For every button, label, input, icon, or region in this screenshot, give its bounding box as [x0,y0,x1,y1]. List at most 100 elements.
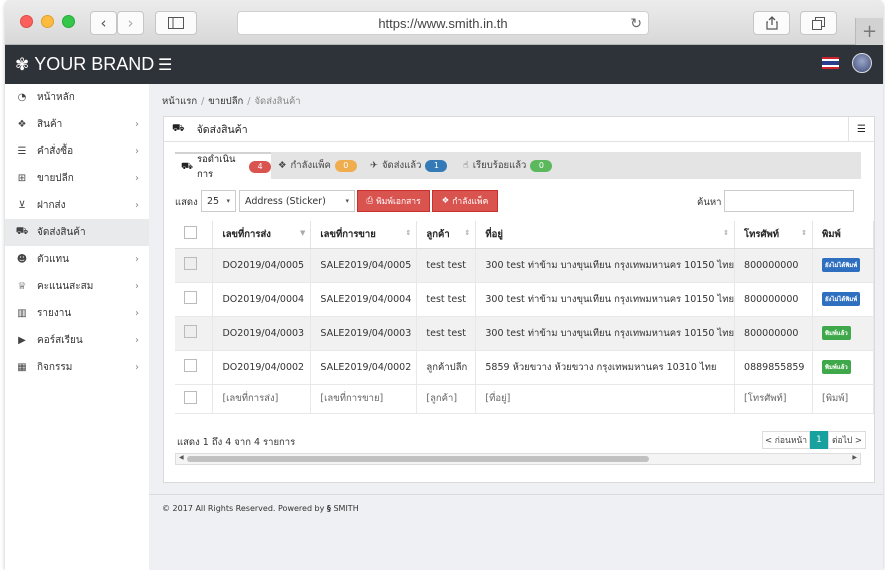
print-status-cell: ยังไม่ได้พิมพ์ [812,282,874,317]
filter-ship-no[interactable]: [เลขที่การส่ง] [212,384,312,414]
row-checkbox[interactable] [184,257,197,270]
filter-phone[interactable]: [โทรศัพท์] [734,384,813,414]
document-type-select[interactable]: Address (Sticker) ▾ [239,190,355,212]
sidebar-item-label: ตัวแทน [37,254,69,265]
print-status-badge[interactable]: พิมพ์แล้ว [822,326,851,340]
select-all-checkbox[interactable] [184,226,197,240]
column-header-phone[interactable]: โทรศัพท์ ⇕ [734,221,813,249]
chevron-right-icon: › [135,281,139,292]
chevron-right-icon: › [135,119,139,130]
sidebar-item-activities[interactable]: ▦ กิจกรรม › [5,354,149,381]
column-header-customer[interactable]: ลูกค้า ⇕ [416,221,477,249]
menu-toggle-icon[interactable]: ☰ [158,55,172,74]
prev-page-button[interactable]: < ก่อนหน้า [762,431,810,449]
filter-row: [เลขที่การส่ง] [เลขที่การขาย] [ลูกค้า] [… [175,384,874,414]
sidebar-item-label: จัดส่งสินค้า [37,227,86,238]
tab-count-badge: 0 [530,159,553,172]
next-page-button[interactable]: ต่อไป > [828,431,866,449]
user-avatar[interactable] [852,53,872,73]
sidebar-item-agents[interactable]: ☻ ตัวแทน › [5,246,149,273]
share-button[interactable] [753,11,790,35]
tab-pending[interactable]: ⛟ รอดำเนินการ 4 [175,152,271,180]
sort-desc-icon: ▼ [300,229,306,237]
users-icon: ☻ [16,254,28,265]
sidebar-item-reports[interactable]: ▥ รายงาน › [5,300,149,327]
sale-no-cell: SALE2019/04/0005 [310,248,418,283]
filter-checkbox[interactable] [184,390,197,404]
packing-button[interactable]: ❖ กำลังแพ็ค [432,190,498,212]
forward-button[interactable]: › [117,11,144,35]
filter-customer[interactable]: [ลูกค้า] [416,384,477,414]
row-checkbox[interactable] [184,325,197,338]
table-row[interactable]: DO2019/04/0004 SALE2019/04/0004 test tes… [175,282,874,317]
address-bar[interactable]: https://www.smith.in.th ↻ [237,11,649,35]
sidebar-toggle-button[interactable] [155,11,197,35]
close-window-button[interactable] [20,15,33,28]
address-cell: 300 test ท่าข้าม บางขุนเทียน กรุงเทพมหาน… [475,282,736,317]
column-header-sale-no[interactable]: เลขที่การขาย ⇕ [310,221,418,249]
panel-menu-button[interactable]: ☰ [848,117,874,142]
sidebar-item-home[interactable]: ◔ หน้าหลัก [5,84,149,111]
scrollbar-thumb[interactable] [187,456,649,462]
back-button[interactable]: ‹ [90,11,117,35]
horizontal-scrollbar[interactable]: ◀ ▶ [175,453,861,465]
sidebar-item-courses[interactable]: ▶ คอร์สเรียน › [5,327,149,354]
bar-chart-icon: ▥ [17,308,27,319]
page-footer: © 2017 All Rights Reserved. Powered by §… [149,494,883,570]
sidebar-item-retail[interactable]: ⊞ ขายปลีก › [5,165,149,192]
row-checkbox[interactable] [184,291,197,304]
address-cell: 5859 ห้วยขวาง ห้วยขวาง กรุงเทพมหานคร 103… [475,350,736,385]
tab-label: รอดำเนินการ [196,153,236,180]
tab-completed[interactable]: ☝ เรียบร้อยแล้ว 0 [457,152,557,179]
row-checkbox[interactable] [184,359,197,372]
footer-brand[interactable]: SMITH [333,504,358,513]
table-row[interactable]: DO2019/04/0002 SALE2019/04/0002 ลูกค้าปล… [175,350,874,385]
tab-packing[interactable]: ❖ กำลังแพ็ค 0 [272,152,364,179]
sidebar-item-points[interactable]: ♕ คะแนนสะสม › [5,273,149,300]
column-header-print[interactable]: พิมพ์ [812,221,874,249]
filter-select-cell [175,384,214,414]
table-info: แสดง 1 ถึง 4 จาก 4 รายการ [177,437,296,448]
filter-address[interactable]: [ที่อยู่] [475,384,736,414]
print-documents-button[interactable]: ⎙ พิมพ์เอกสาร [357,190,430,212]
basket-icon: ⊞ [17,173,27,184]
customer-cell: ลูกค้าปลีก [416,350,477,385]
tab-shipped[interactable]: ✈ จัดส่งแล้ว 1 [364,152,457,179]
customer-cell: test test [416,282,477,317]
breadcrumb-section[interactable]: ขายปลีก [208,96,243,107]
play-circle-icon: ▶ [18,335,26,346]
row-select-cell [175,316,214,351]
table-row[interactable]: DO2019/04/0005 SALE2019/04/0005 test tes… [175,248,874,283]
reload-icon[interactable]: ↻ [630,15,642,32]
column-header-ship-no[interactable]: เลขที่การส่ง ▼ [212,221,312,249]
filter-sale-no[interactable]: [เลขที่การขาย] [310,384,418,414]
phone-cell: 0889855859 [734,350,813,385]
sidebar-item-label: คะแนนสะสม [37,281,94,292]
scroll-left-icon[interactable]: ◀ [179,454,184,461]
print-status-badge[interactable]: ยังไม่ได้พิมพ์ [822,258,861,272]
new-tab-button[interactable]: + [855,18,883,45]
filter-print[interactable]: [พิมพ์] [812,384,874,414]
table-row[interactable]: DO2019/04/0003 SALE2019/04/0003 test tes… [175,316,874,351]
breadcrumb-home[interactable]: หน้าแรก [162,96,197,107]
column-header-address[interactable]: ที่อยู่ ⇕ [475,221,736,249]
sidebar-item-orders[interactable]: ☰ คำสั่งซื้อ › [5,138,149,165]
ship-no-cell: DO2019/04/0003 [212,316,312,351]
table-header-row: เลขที่การส่ง ▼ เลขที่การขาย ⇕ ลูกค้า ⇕ ที่อ… [175,221,874,249]
thai-flag-icon[interactable] [822,57,839,69]
brand-logo[interactable]: ✾ YOUR BRAND [15,54,154,75]
sidebar-item-shipping[interactable]: ⛟ จัดส่งสินค้า [5,219,149,246]
search-input[interactable] [724,190,854,212]
tabs-overview-button[interactable] [800,11,837,35]
maximize-window-button[interactable] [62,15,75,28]
sidebar-item-consignment[interactable]: ⊻ ฝากส่ง › [5,192,149,219]
sidebar: ◔ หน้าหลัก ❖ สินค้า › ☰ คำสั่งซื้อ › ⊞ ข… [5,84,149,570]
page-size-select[interactable]: 25 ▾ [201,190,236,212]
page-1-button[interactable]: 1 [810,431,828,449]
sidebar-item-products[interactable]: ❖ สินค้า › [5,111,149,138]
address-cell: 300 test ท่าข้าม บางขุนเทียน กรุงเทพมหาน… [475,248,736,283]
minimize-window-button[interactable] [41,15,54,28]
scroll-right-icon[interactable]: ▶ [852,454,857,461]
print-status-badge[interactable]: พิมพ์แล้ว [822,360,851,374]
print-status-badge[interactable]: ยังไม่ได้พิมพ์ [822,292,861,306]
